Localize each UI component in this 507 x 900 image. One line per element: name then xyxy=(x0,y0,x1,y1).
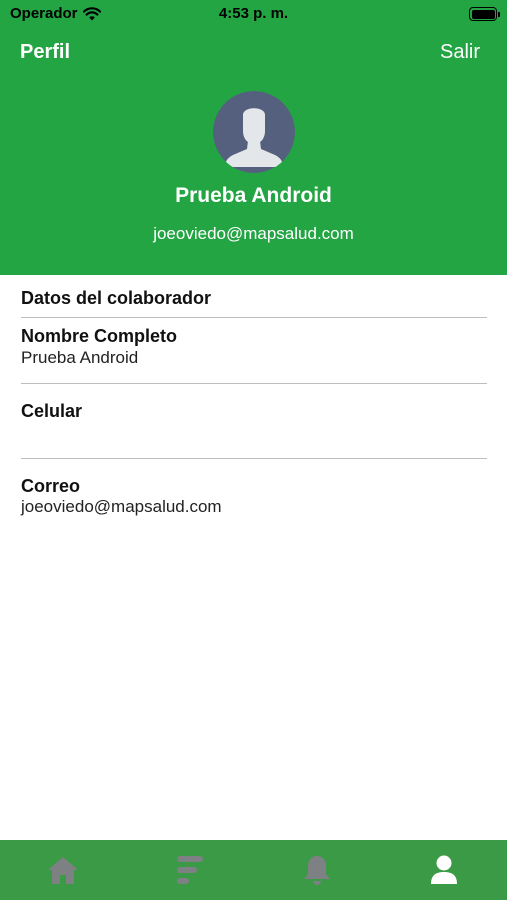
profile-header: Perfil Salir Prueba Android joeoviedo@ma… xyxy=(0,28,507,275)
tab-notifications[interactable] xyxy=(254,840,381,900)
tab-list[interactable] xyxy=(127,840,254,900)
profile-email: joeoviedo@mapsalud.com xyxy=(153,224,354,243)
status-bar: Operador 4:53 p. m. xyxy=(0,0,507,28)
person-silhouette-icon xyxy=(213,91,295,173)
divider xyxy=(21,383,487,384)
divider xyxy=(21,458,487,459)
field-label-phone: Celular xyxy=(21,401,83,421)
field-value-full-name: Prueba Android xyxy=(21,348,139,367)
avatar xyxy=(213,91,295,173)
battery-icon xyxy=(469,7,500,21)
page-title: Perfil xyxy=(20,41,71,63)
profile-name: Prueba Android xyxy=(175,184,332,207)
section-title: Datos del colaborador xyxy=(21,288,212,308)
field-label-email: Correo xyxy=(21,476,81,496)
field-value-email: joeoviedo@mapsalud.com xyxy=(21,497,222,516)
field-label-full-name: Nombre Completo xyxy=(21,326,178,346)
list-icon xyxy=(177,856,204,884)
divider xyxy=(21,317,487,318)
profile-icon xyxy=(430,855,457,884)
bell-icon xyxy=(303,856,330,885)
status-time: 4:53 p. m. xyxy=(218,5,289,22)
logout-button[interactable]: Salir xyxy=(440,41,480,64)
home-icon xyxy=(48,857,79,884)
profile-screen: Operador 4:53 p. m. Perfil Salir Prueba … xyxy=(0,0,507,900)
tab-profile[interactable] xyxy=(380,840,507,900)
tab-bar xyxy=(0,840,507,900)
tab-home[interactable] xyxy=(0,840,127,900)
